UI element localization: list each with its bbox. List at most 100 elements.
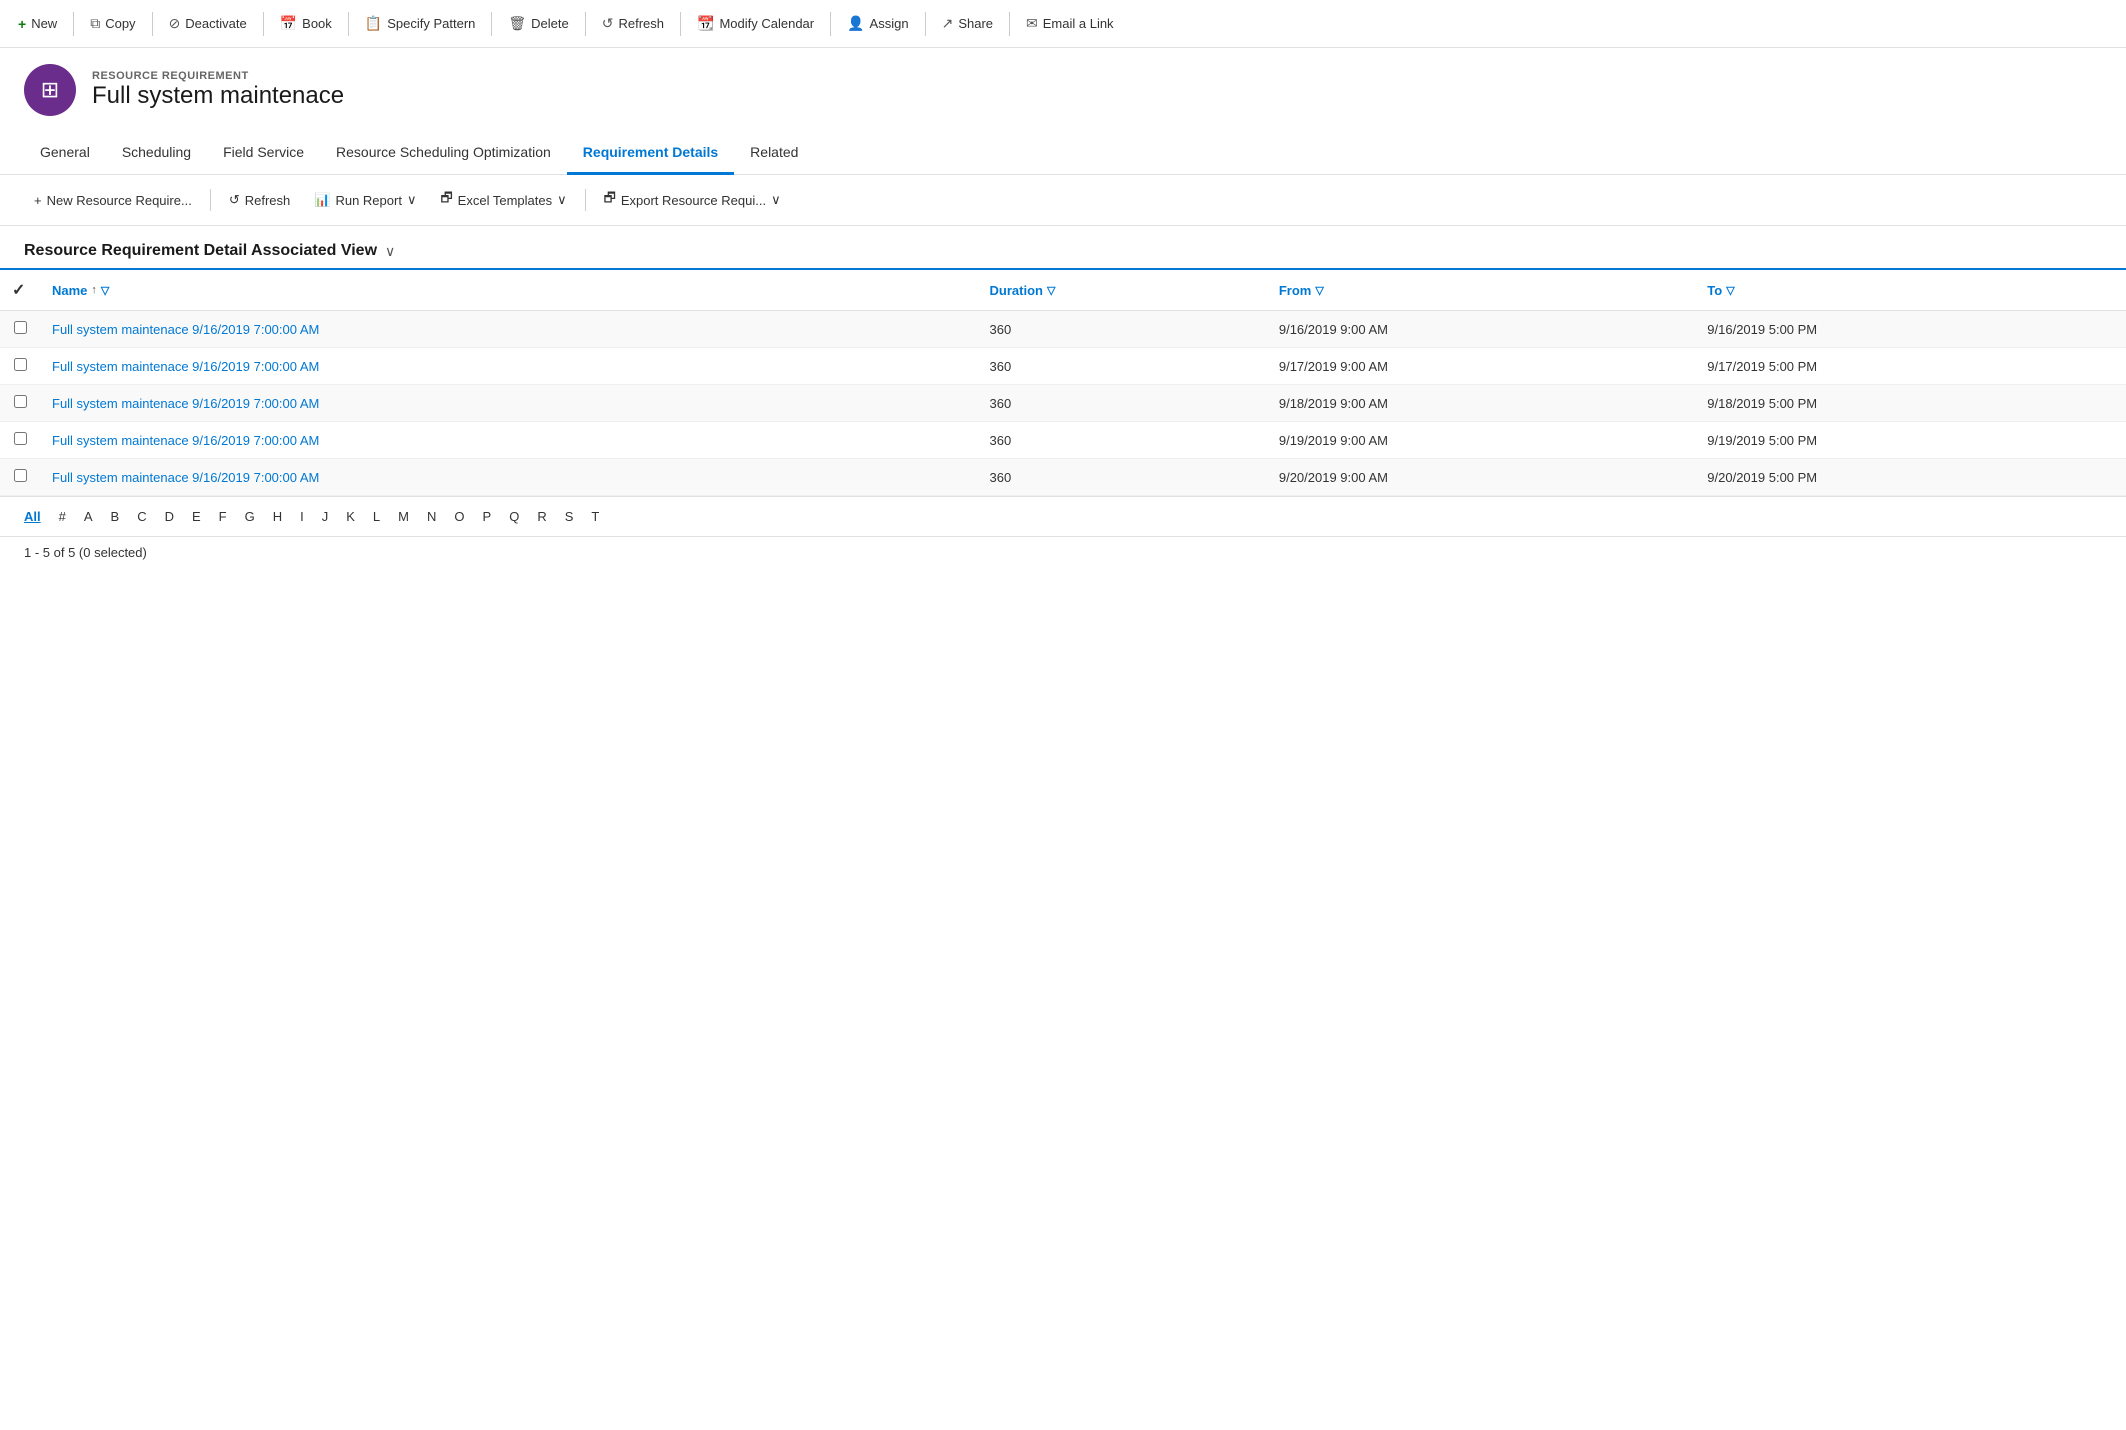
- toolbar-label-deactivate: Deactivate: [185, 16, 246, 31]
- col-duration-filter-icon[interactable]: ▽: [1047, 284, 1055, 297]
- toolbar-btn-share[interactable]: ↗Share: [932, 9, 1003, 38]
- page-letter-t[interactable]: T: [583, 505, 607, 528]
- row-4-duration: 360: [978, 459, 1267, 496]
- table-row: Full system maintenace 9/16/2019 7:00:00…: [0, 385, 2126, 422]
- toolbar-btn-specify-pattern[interactable]: 📋Specify Pattern: [355, 9, 486, 38]
- row-1-name-link[interactable]: Full system maintenace 9/16/2019 7:00:00…: [52, 359, 319, 374]
- table-row: Full system maintenace 9/16/2019 7:00:00…: [0, 311, 2126, 348]
- row-1-checkbox-input[interactable]: [14, 358, 27, 371]
- tab-related[interactable]: Related: [734, 132, 814, 175]
- page-letter-#[interactable]: #: [51, 505, 74, 528]
- sub-btn-excel-templates[interactable]: 🗗Excel Templates ∨: [430, 183, 576, 217]
- toolbar-divider: [925, 12, 926, 36]
- row-2-duration: 360: [978, 385, 1267, 422]
- row-4-checkbox-input[interactable]: [14, 469, 27, 482]
- col-name-label: Name: [52, 283, 87, 298]
- header-text: RESOURCE REQUIREMENT Full system mainten…: [92, 70, 344, 110]
- row-0-name: Full system maintenace 9/16/2019 7:00:00…: [40, 311, 978, 348]
- page-letter-k[interactable]: K: [338, 505, 363, 528]
- row-4-checkbox[interactable]: [0, 459, 40, 496]
- select-all-checkbox[interactable]: ✓: [0, 270, 40, 311]
- row-2-name-link[interactable]: Full system maintenace 9/16/2019 7:00:00…: [52, 396, 319, 411]
- row-1-duration: 360: [978, 348, 1267, 385]
- row-0-to: 9/16/2019 5:00 PM: [1695, 311, 2126, 348]
- record-header: ⊞ RESOURCE REQUIREMENT Full system maint…: [0, 48, 2126, 132]
- row-4-name-link[interactable]: Full system maintenace 9/16/2019 7:00:00…: [52, 470, 319, 485]
- toolbar-btn-new[interactable]: + New: [8, 10, 67, 38]
- page-letter-e[interactable]: E: [184, 505, 209, 528]
- toolbar-btn-modify-calendar[interactable]: 📆Modify Calendar: [687, 9, 824, 38]
- col-name-sort-icon[interactable]: ↑: [91, 284, 97, 296]
- page-letter-b[interactable]: B: [103, 505, 128, 528]
- sub-btn-new-resource[interactable]: +New Resource Require...: [24, 187, 202, 214]
- page-letter-c[interactable]: C: [129, 505, 154, 528]
- page-letter-n[interactable]: N: [419, 505, 444, 528]
- toolbar-icon-assign: 👤: [847, 15, 864, 32]
- toolbar-label-new: New: [31, 16, 57, 31]
- col-header-to: To ▽: [1695, 270, 2126, 311]
- page-letter-d[interactable]: D: [157, 505, 182, 528]
- page-letter-all[interactable]: All: [16, 505, 49, 528]
- toolbar-btn-copy[interactable]: ⧉Copy: [80, 9, 145, 38]
- toolbar-btn-book[interactable]: 📅Book: [270, 9, 342, 38]
- toolbar-divider: [152, 12, 153, 36]
- view-dropdown-icon[interactable]: ∨: [385, 243, 395, 260]
- col-from-filter-icon[interactable]: ▽: [1315, 284, 1323, 297]
- row-3-duration: 360: [978, 422, 1267, 459]
- page-letter-m[interactable]: M: [390, 505, 417, 528]
- page-letter-q[interactable]: Q: [501, 505, 527, 528]
- data-table-container: ✓ Name ↑ ▽ Duration ▽: [0, 270, 2126, 496]
- page-letter-f[interactable]: F: [211, 505, 235, 528]
- status-text: 1 - 5 of 5 (0 selected): [24, 545, 147, 560]
- sub-chevron-export-resource: ∨: [771, 192, 781, 208]
- sub-icon-new-resource: +: [34, 193, 42, 208]
- toolbar-btn-delete[interactable]: 🗑Delete: [498, 9, 578, 38]
- sub-btn-refresh[interactable]: ↺Refresh: [219, 186, 300, 214]
- page-letter-a[interactable]: A: [76, 505, 101, 528]
- toolbar-btn-deactivate[interactable]: ⊘Deactivate: [159, 9, 257, 38]
- toolbar-label-specify-pattern: Specify Pattern: [387, 16, 475, 31]
- toolbar-label-modify-calendar: Modify Calendar: [719, 16, 814, 31]
- row-0-checkbox-input[interactable]: [14, 321, 27, 334]
- toolbar-divider: [830, 12, 831, 36]
- view-title: Resource Requirement Detail Associated V…: [24, 242, 377, 260]
- page-letter-o[interactable]: O: [446, 505, 472, 528]
- page-letter-l[interactable]: L: [365, 505, 388, 528]
- page-letter-r[interactable]: R: [529, 505, 554, 528]
- toolbar-icon-new: +: [18, 16, 26, 32]
- row-2-from: 9/18/2019 9:00 AM: [1267, 385, 1695, 422]
- sub-btn-run-report[interactable]: 📊Run Report ∨: [304, 186, 426, 214]
- row-1-name: Full system maintenace 9/16/2019 7:00:00…: [40, 348, 978, 385]
- row-2-checkbox[interactable]: [0, 385, 40, 422]
- row-0-name-link[interactable]: Full system maintenace 9/16/2019 7:00:00…: [52, 322, 319, 337]
- row-0-duration: 360: [978, 311, 1267, 348]
- toolbar-btn-assign[interactable]: 👤Assign: [837, 9, 918, 38]
- toolbar-btn-email-link[interactable]: ✉Email a Link: [1016, 9, 1124, 38]
- col-name-filter-icon[interactable]: ▽: [101, 284, 109, 297]
- page-letter-s[interactable]: S: [557, 505, 582, 528]
- tab-scheduling[interactable]: Scheduling: [106, 132, 207, 175]
- toolbar-icon-email-link: ✉: [1026, 15, 1038, 32]
- page-letter-p[interactable]: P: [475, 505, 500, 528]
- sub-label-excel-templates: Excel Templates: [458, 193, 552, 208]
- page-letter-j[interactable]: J: [314, 505, 337, 528]
- row-3-name: Full system maintenace 9/16/2019 7:00:00…: [40, 422, 978, 459]
- page-letter-h[interactable]: H: [265, 505, 290, 528]
- tab-field-service[interactable]: Field Service: [207, 132, 320, 175]
- row-0-checkbox[interactable]: [0, 311, 40, 348]
- sub-btn-export-resource[interactable]: 🗗Export Resource Requi... ∨: [594, 183, 791, 217]
- avatar-icon: ⊞: [41, 77, 59, 103]
- page-letter-i[interactable]: I: [292, 505, 312, 528]
- toolbar-divider: [585, 12, 586, 36]
- col-to-filter-icon[interactable]: ▽: [1726, 284, 1734, 297]
- row-3-name-link[interactable]: Full system maintenace 9/16/2019 7:00:00…: [52, 433, 319, 448]
- page-letter-g[interactable]: G: [237, 505, 263, 528]
- tab-requirement-details[interactable]: Requirement Details: [567, 132, 734, 175]
- row-3-checkbox-input[interactable]: [14, 432, 27, 445]
- toolbar-btn-refresh[interactable]: ↺Refresh: [592, 9, 674, 38]
- row-1-checkbox[interactable]: [0, 348, 40, 385]
- tab-general[interactable]: General: [24, 132, 106, 175]
- row-2-checkbox-input[interactable]: [14, 395, 27, 408]
- tab-resource-scheduling[interactable]: Resource Scheduling Optimization: [320, 132, 567, 175]
- row-3-checkbox[interactable]: [0, 422, 40, 459]
